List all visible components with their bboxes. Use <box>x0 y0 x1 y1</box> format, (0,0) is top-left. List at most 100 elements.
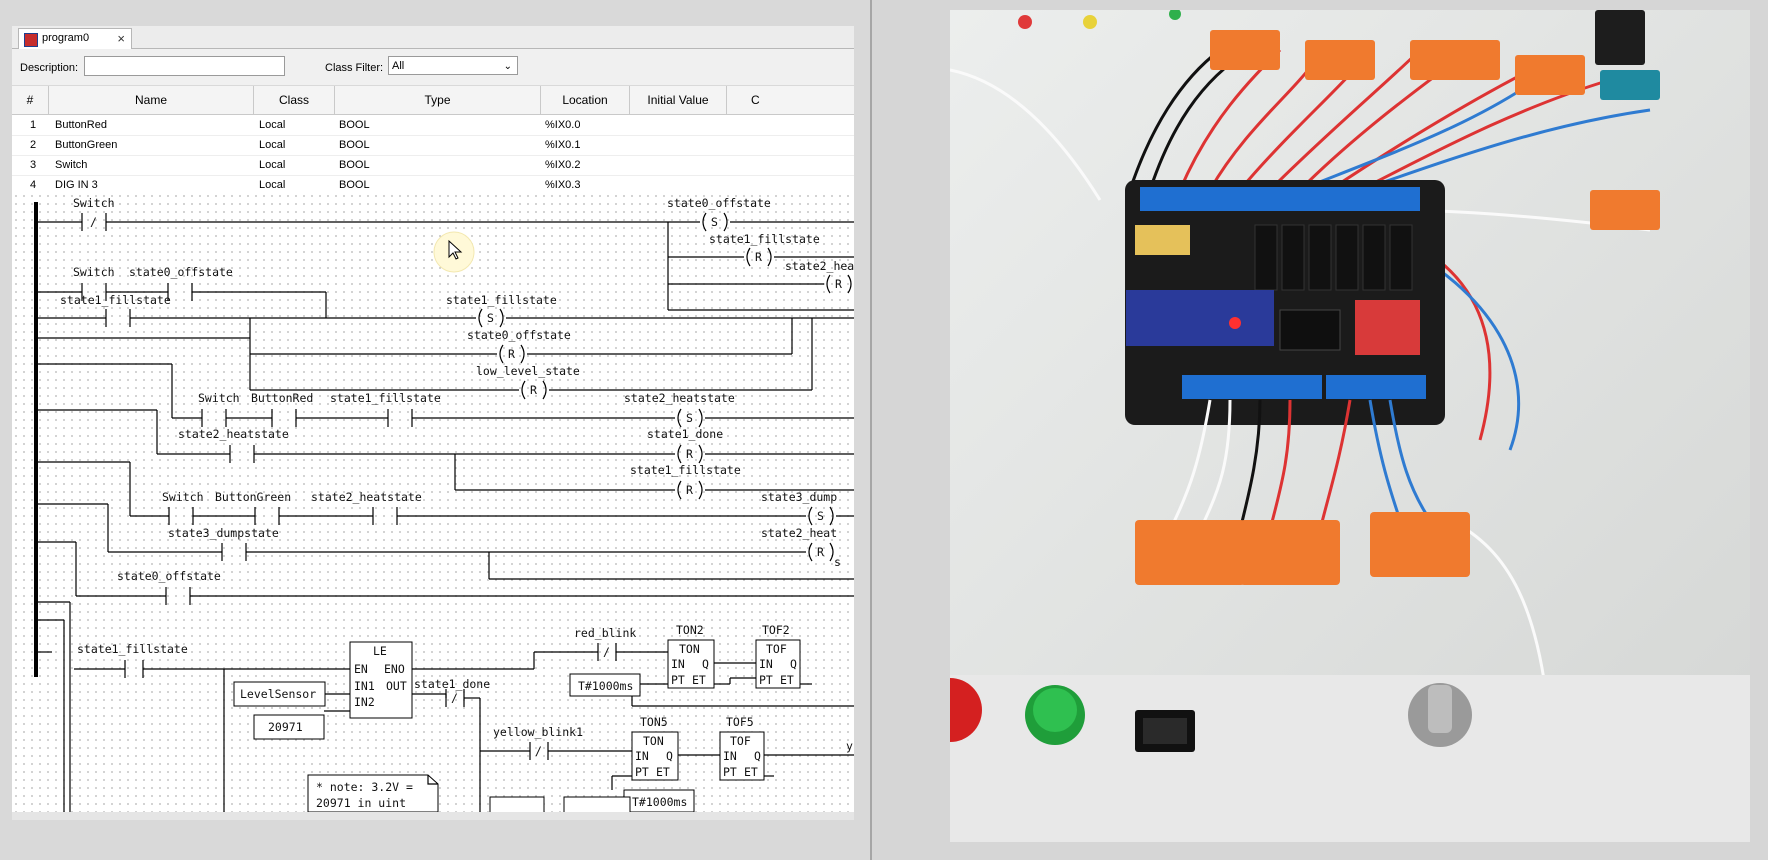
label-state1-fillstate-r5: state1_fillstate <box>630 463 741 477</box>
svg-text:Q: Q <box>666 749 673 763</box>
const-t1000-b[interactable]: T#1000ms <box>623 789 695 812</box>
contact-switch-r6[interactable] <box>168 507 194 525</box>
col-header-location[interactable]: Location <box>541 86 630 114</box>
col-header-name[interactable]: Name <box>49 86 254 114</box>
col-header-type[interactable]: Type <box>335 86 541 114</box>
label-switch-r4: Switch <box>198 391 240 405</box>
label-yellow-blink1: yellow_blink1 <box>493 725 583 739</box>
rung-3: R state0_offstate R low_level_state <box>38 318 813 400</box>
svg-text:20971 in uint: 20971 in uint <box>316 796 406 810</box>
green-push-button <box>1025 685 1085 745</box>
contact-state3-dumpstate[interactable] <box>221 543 247 561</box>
contact-state2-heatstate-r6[interactable] <box>372 507 398 525</box>
svg-text:TON5: TON5 <box>640 715 668 729</box>
cell-class[interactable]: Local <box>259 115 285 135</box>
col-header-class[interactable]: Class <box>254 86 335 114</box>
col-header-index[interactable]: # <box>12 86 49 114</box>
table-header: # Name Class Type Location Initial Value… <box>12 86 854 115</box>
close-icon[interactable]: × <box>117 29 125 48</box>
cell-class[interactable]: Local <box>259 135 285 155</box>
table-row[interactable]: 1 ButtonRed Local BOOL %IX0.0 <box>12 115 854 136</box>
coil-state1-fillstate-reset-r5[interactable]: R <box>677 480 703 500</box>
description-label: Description: <box>20 62 79 74</box>
cell-name[interactable]: ButtonGreen <box>55 135 117 155</box>
coil-state1-fillstate-reset[interactable]: R <box>746 247 772 267</box>
col-header-comment[interactable]: C <box>727 86 854 114</box>
ladder-diagram[interactable]: / Switch S state0_offstate R state1_fill… <box>12 192 854 812</box>
svg-text:IN: IN <box>723 749 737 763</box>
block-le[interactable]: LE EN ENO IN1 OUT IN2 <box>349 641 413 719</box>
coil-state3-dumpstate-set[interactable]: S <box>808 506 834 526</box>
svg-text:TON: TON <box>679 642 700 656</box>
table-row[interactable]: 2 ButtonGreen Local BOOL %IX0.1 <box>12 135 854 156</box>
svg-text:* note: 3.2V =: * note: 3.2V = <box>316 780 413 794</box>
cell-index: 4 <box>30 179 37 191</box>
contact-switch-nc[interactable]: / <box>81 213 107 231</box>
cell-location[interactable]: %IX0.3 <box>545 175 580 192</box>
var-levelsensor[interactable]: LevelSensor <box>233 681 326 707</box>
coil-state2-heatstate-set[interactable]: S <box>677 408 703 428</box>
table-row[interactable]: 4 DIG IN 3 Local BOOL %IX0.3 <box>12 175 854 192</box>
svg-text:ENO: ENO <box>384 662 405 676</box>
block-partial-a <box>489 796 545 812</box>
cell-name[interactable]: Switch <box>55 155 87 175</box>
block-ton5[interactable]: TON5 TON IN Q PT ET <box>631 715 679 781</box>
const-t1000-a[interactable]: T#1000ms <box>569 673 641 697</box>
contact-yellow-blink1-nc[interactable]: / <box>529 742 549 760</box>
label-state0-offstate-reset: state0_offstate <box>467 328 571 342</box>
label-state0-offstate-r8: state0_offstate <box>117 569 221 583</box>
coil-state1-fillstate-set[interactable]: S <box>478 308 504 328</box>
cell-class[interactable]: Local <box>259 175 285 192</box>
const-20971[interactable]: 20971 <box>253 714 325 740</box>
coil-state2-heatstate-reset[interactable]: R <box>826 274 852 294</box>
panel-divider[interactable] <box>870 0 872 860</box>
program-icon <box>24 33 38 47</box>
coil-state0-offstate-reset[interactable]: R <box>499 344 525 364</box>
coil-low-level-state-reset[interactable]: R <box>521 380 547 400</box>
contact-state1-fillstate[interactable] <box>105 309 131 327</box>
contact-buttongreen[interactable] <box>254 507 280 525</box>
cell-type[interactable]: BOOL <box>339 135 370 155</box>
description-input[interactable] <box>84 56 285 76</box>
coil-state0-offstate-set[interactable]: S <box>702 212 728 232</box>
contact-state0-offstate[interactable] <box>167 283 193 301</box>
cell-name[interactable]: ButtonRed <box>55 115 107 135</box>
svg-text:IN: IN <box>759 657 773 671</box>
contact-state2-heatstate[interactable] <box>229 445 255 463</box>
horizontal-scrollbar[interactable] <box>12 812 854 820</box>
contact-state1-done-nc[interactable]: / <box>445 689 465 707</box>
cell-location[interactable]: %IX0.0 <box>545 115 580 135</box>
cell-location[interactable]: %IX0.1 <box>545 135 580 155</box>
cell-index: 1 <box>30 119 37 131</box>
coil-state2-heatstate-reset-r7[interactable]: R <box>808 542 834 562</box>
contact-red-blink-nc[interactable]: / <box>597 643 617 661</box>
col-header-initial-value[interactable]: Initial Value <box>630 86 727 114</box>
contact-switch-r4[interactable] <box>201 409 227 427</box>
contact-state0-offstate-r8[interactable] <box>165 587 191 605</box>
rung-9: state1_fillstate LE EN ENO IN1 OUT IN2 L… <box>74 623 854 812</box>
block-ton2[interactable]: TON2 TON IN Q PT ET <box>667 623 715 689</box>
cell-type[interactable]: BOOL <box>339 155 370 175</box>
contact-state1-fillstate-r4[interactable] <box>387 409 413 427</box>
selector-switch <box>1408 683 1472 747</box>
class-filter-select[interactable]: All ⌄ <box>388 56 518 75</box>
cell-class[interactable]: Local <box>259 155 285 175</box>
svg-text:ET: ET <box>656 765 670 779</box>
block-tof2[interactable]: TOF2 TOF IN Q PT ET <box>755 623 801 689</box>
cell-location[interactable]: %IX0.2 <box>545 155 580 175</box>
cell-type[interactable]: BOOL <box>339 175 370 192</box>
svg-text:R: R <box>686 483 693 497</box>
cell-type[interactable]: BOOL <box>339 115 370 135</box>
tab-label: program0 <box>42 32 90 44</box>
hardware-photo <box>950 10 1750 842</box>
coil-state1-done-reset[interactable]: R <box>677 444 703 464</box>
cell-name[interactable]: DIG IN 3 <box>55 175 98 192</box>
tab-program0[interactable]: program0 × <box>18 28 132 49</box>
contact-state1-fillstate-r9[interactable] <box>124 660 144 678</box>
block-tof5[interactable]: TOF5 TOF IN Q PT ET <box>719 715 765 781</box>
svg-text:R: R <box>755 250 762 264</box>
table-row[interactable]: 3 Switch Local BOOL %IX0.2 <box>12 155 854 176</box>
note-comment[interactable]: * note: 3.2V = 20971 in uint <box>307 774 439 812</box>
svg-text:T#1000ms: T#1000ms <box>632 795 687 809</box>
contact-buttonred[interactable] <box>271 409 297 427</box>
